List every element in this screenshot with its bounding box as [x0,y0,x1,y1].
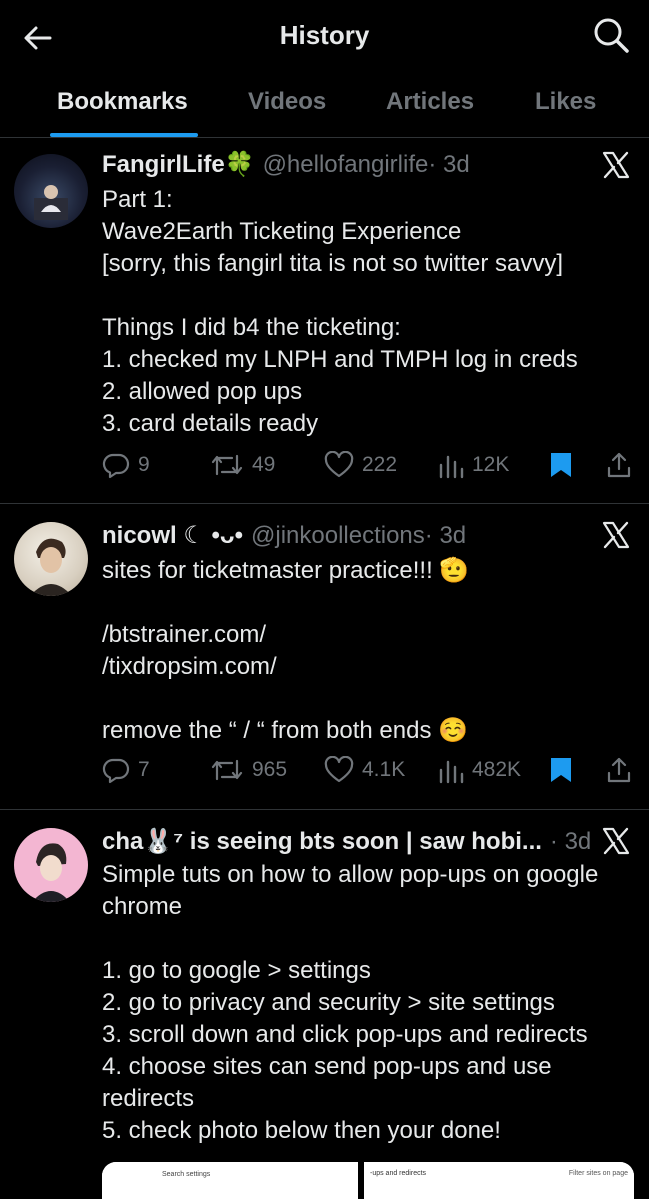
search-button[interactable] [591,15,631,55]
heart-icon [324,756,354,783]
tweet-text: Simple tuts on how to allow pop-ups on g… [102,861,599,1144]
tweet-actions: 7 965 4.1K 482K [102,756,632,790]
avatar-photo [34,185,68,220]
bookmark-button[interactable] [549,756,581,784]
like-count: 222 [362,453,398,476]
tweet-media[interactable]: Search settings -ups and redirects Filte… [102,1162,634,1199]
avatar-photo [30,538,72,596]
tab-bar: Bookmarks Videos Articles Likes [0,70,649,138]
avatar-photo [32,843,70,902]
view-count: 12K [472,453,510,476]
share-icon [607,757,631,783]
tweet[interactable]: cha🐰⁷ is seeing bts soon | saw hobi... ·… [0,810,649,1199]
avatar[interactable] [14,828,88,902]
share-button[interactable] [605,756,641,784]
repost-icon [211,454,243,476]
bookmark-button[interactable] [549,451,581,479]
reply-count: 9 [138,453,150,476]
repost-count: 49 [252,453,276,476]
avatar[interactable] [14,154,88,228]
tweet-text: sites for ticketmaster practice!!! 🫡 /bt… [102,557,470,744]
reply-button[interactable]: 9 [102,451,150,479]
tweet-header: cha🐰⁷ is seeing bts soon | saw hobi... ·… [102,827,591,857]
media-image-left: Search settings [102,1162,364,1199]
views-button[interactable]: 12K [438,451,509,479]
like-button[interactable]: 222 [324,451,397,479]
tab-likes[interactable]: Likes [535,88,596,116]
author-name[interactable]: nicowl ☾ •ᴗ• [102,521,243,550]
author-name[interactable]: FangirlLife🍀 [102,150,255,179]
repost-button[interactable]: 49 [210,451,275,479]
avatar[interactable] [14,522,88,596]
reply-icon [102,758,130,784]
bookmark-filled-icon [551,453,571,477]
x-logo-icon[interactable] [601,520,631,550]
author-name[interactable]: cha🐰⁷ is seeing bts soon | saw hobi... [102,827,542,856]
reply-count: 7 [138,758,150,781]
share-button[interactable] [605,451,641,479]
tweet-actions: 9 49 222 12K [102,451,632,485]
page-title: History [279,20,370,50]
x-logo-icon[interactable] [601,826,631,856]
tweet-time: · 3d [549,828,592,855]
views-icon [439,455,464,479]
media-popups-label: -ups and redirects [370,1170,427,1177]
views-button[interactable]: 482K [438,756,521,784]
like-count: 4.1K [362,758,406,781]
media-filter-label: Filter sites on page [568,1170,628,1177]
reply-button[interactable]: 7 [102,756,150,784]
author-handle[interactable]: @jinkoollections [251,522,425,550]
heart-icon [324,451,354,478]
active-tab-indicator [50,133,198,137]
like-button[interactable]: 4.1K [324,756,405,784]
bookmark-filled-icon [551,758,571,782]
tab-videos[interactable]: Videos [248,88,326,116]
search-icon [594,18,629,53]
views-icon [439,760,464,784]
top-bar: History [0,0,649,70]
repost-icon [211,759,243,781]
share-icon [607,452,631,478]
media-search-label: Search settings [162,1171,211,1178]
reply-icon [102,453,130,479]
tab-articles[interactable]: Articles [386,88,474,116]
x-logo-icon[interactable] [601,150,631,180]
repost-button[interactable]: 965 [210,756,287,784]
tweet-header: FangirlLife🍀 @hellofangirlife · 3d [102,150,470,180]
tweet-text: Part 1: Wave2Earth Ticketing Experience … [102,186,578,437]
media-image-right: -ups and redirects Filter sites on page [370,1162,634,1199]
author-handle[interactable]: @hellofangirlife [263,151,429,179]
tweet-time: · 3d [424,522,467,549]
tweet-header: nicowl ☾ •ᴗ• @jinkoollections · 3d [102,521,466,551]
view-count: 482K [472,758,522,781]
tweet[interactable]: nicowl ☾ •ᴗ• @jinkoollections · 3d sites… [0,504,649,809]
tweet-time: · 3d [428,151,470,178]
tab-bookmarks[interactable]: Bookmarks [57,88,188,116]
tweet[interactable]: FangirlLife🍀 @hellofangirlife · 3d Part … [0,138,649,504]
repost-count: 965 [252,758,288,781]
